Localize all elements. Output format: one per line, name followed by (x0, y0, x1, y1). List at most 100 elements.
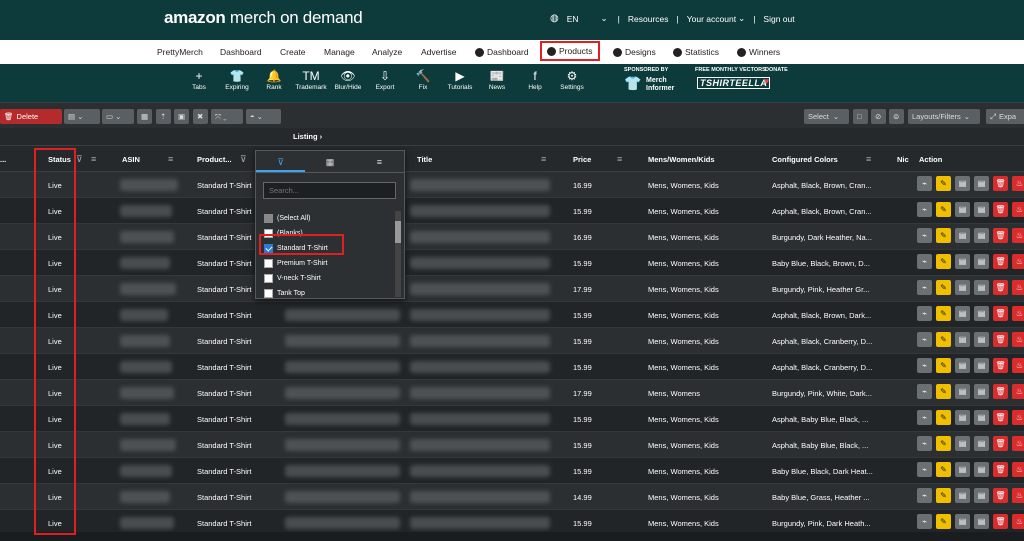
nav-manage[interactable]: Manage (324, 47, 355, 57)
menu-icon[interactable]: ≡ (617, 154, 622, 164)
col-header-product[interactable]: Product... (197, 155, 232, 164)
fire-icon[interactable]: ♨ (1012, 358, 1024, 373)
trash-icon[interactable]: 🗑 (993, 280, 1008, 295)
col-header-left[interactable]: ... (0, 155, 6, 164)
chart-icon[interactable]: ⌁ (917, 436, 932, 451)
edit-icon[interactable]: ✎ (936, 384, 951, 399)
menu-icon[interactable]: ≡ (866, 154, 871, 164)
filter-search-input[interactable] (263, 182, 396, 199)
trash-icon[interactable]: 🗑 (993, 332, 1008, 347)
tool-trademark[interactable]: TM Trademark (291, 69, 331, 91)
table-row[interactable]: Live Standard T-Shirt 17.99 Mens, Womens, K… (0, 276, 1024, 302)
filter-scrollbar[interactable] (395, 211, 401, 297)
trash-icon[interactable]: 🗑 (993, 514, 1008, 529)
edit-icon[interactable]: ✎ (936, 514, 951, 529)
shuffle-dropdown[interactable]: ⤧ ⌄ (211, 109, 243, 124)
nav-advertise[interactable]: Advertise (421, 47, 456, 57)
filter-option[interactable]: Tank Top (264, 289, 305, 298)
copy-icon[interactable]: ▤ (974, 254, 989, 269)
filter-icon[interactable]: ⊽ (76, 154, 83, 165)
tool-settings[interactable]: ⚙ Settings (552, 69, 592, 91)
delete-button[interactable]: 🗑 Delete (0, 109, 62, 124)
chart-icon[interactable]: ⌁ (917, 488, 932, 503)
table-row[interactable]: Live Standard T-Shirt 14.99 Mens, Womens, K… (0, 484, 1024, 510)
document-icon[interactable]: ▤ (955, 462, 970, 477)
col-header-asin[interactable]: ASIN (122, 155, 140, 164)
fire-icon[interactable]: ♨ (1012, 462, 1024, 477)
menu-icon[interactable]: ≡ (541, 154, 546, 164)
copy-icon[interactable]: ▤ (974, 306, 989, 321)
resources-link[interactable]: Resources (628, 14, 669, 24)
fire-icon[interactable]: ♨ (1012, 202, 1024, 217)
nav-pm-dashboard[interactable]: Dashboard (475, 47, 529, 57)
col-header-nic[interactable]: Nic (897, 155, 909, 164)
heart-icon[interactable]: ♥ (764, 76, 769, 86)
amazon-merch-logo[interactable]: amazon merch on demand (164, 8, 363, 28)
chart-icon[interactable]: ⌁ (917, 306, 932, 321)
chart-icon[interactable]: ⌁ (917, 280, 932, 295)
chart-icon[interactable]: ⌁ (917, 358, 932, 373)
trash-icon[interactable]: 🗑 (993, 358, 1008, 373)
fire-icon[interactable]: ♨ (1012, 280, 1024, 295)
fire-icon[interactable]: ♨ (1012, 514, 1024, 529)
tshirteella-logo[interactable]: TSHIRTEELLA (697, 77, 771, 89)
col-header-price[interactable]: Price (573, 155, 591, 164)
copy-icon[interactable]: ▤ (974, 202, 989, 217)
trash-icon[interactable]: 🗑 (993, 176, 1008, 191)
document-icon[interactable]: ▤ (955, 358, 970, 373)
table-row[interactable]: Live Standard T-Shirt 16.99 Mens, Womens, K… (0, 224, 1024, 250)
edit-icon[interactable]: ✎ (936, 488, 951, 503)
col-header-title[interactable]: Title (417, 155, 432, 164)
trash-icon[interactable]: 🗑 (993, 436, 1008, 451)
general-tab[interactable]: ≡ (355, 151, 404, 172)
copy-icon[interactable]: ▤ (974, 514, 989, 529)
expand-button[interactable]: ⤢ Expa (986, 109, 1024, 124)
your-account-menu[interactable]: Your account (687, 14, 736, 24)
chevron-down-icon[interactable]: ⌄ (601, 13, 608, 24)
cross-button[interactable]: ✖ (193, 109, 208, 124)
copy-icon[interactable]: ▤ (974, 228, 989, 243)
edit-icon[interactable]: ✎ (936, 228, 951, 243)
edit-icon[interactable]: ✎ (936, 176, 951, 191)
tool-blur-hide[interactable]: 👁 Blur/Hide (328, 69, 368, 91)
copy-icon[interactable]: ▤ (974, 280, 989, 295)
card-dropdown[interactable]: ▭ ⌄ (102, 109, 134, 124)
select-dropdown[interactable]: Select ⌄ (804, 109, 849, 124)
table-row[interactable]: Live Standard T-Shirt 15.99 Mens, Womens, K… (0, 432, 1024, 458)
tool-export[interactable]: ⇩ Export (365, 69, 405, 91)
nav-pm-statistics[interactable]: Statistics (673, 47, 719, 57)
trash-icon[interactable]: 🗑 (993, 462, 1008, 477)
tool-tabs[interactable]: + Tabs (179, 69, 219, 91)
table-row[interactable]: Live Standard T-Shirt 15.99 Mens, Womens, K… (0, 250, 1024, 276)
document-icon[interactable]: ▤ (955, 410, 970, 425)
chart-icon[interactable]: ⌁ (917, 384, 932, 399)
copy-dropdown[interactable]: ▤ ⌄ (64, 109, 100, 124)
calendar-button[interactable]: ▦ (137, 109, 152, 124)
layouts-filters-dropdown[interactable]: Layouts/Filters ⌄ (908, 109, 980, 124)
menu-icon[interactable]: ≡ (91, 154, 96, 164)
fire-icon[interactable]: ♨ (1012, 254, 1024, 269)
filter-button[interactable]: ⊜ (889, 109, 904, 124)
checkbox[interactable] (264, 214, 273, 223)
hat-dropdown[interactable]: ◓ ⌄ (246, 109, 281, 124)
block-button[interactable]: ⊘ (871, 109, 886, 124)
fire-icon[interactable]: ♨ (1012, 436, 1024, 451)
trash-icon[interactable]: 🗑 (993, 254, 1008, 269)
table-row[interactable]: Live Standard T-Shirt 17.99 Mens, Womens Bur… (0, 380, 1024, 406)
tool-fix[interactable]: 🔨 Fix (403, 69, 443, 91)
table-row[interactable]: Live Standard T-Shirt 15.99 Mens, Womens, K… (0, 354, 1024, 380)
nav-pm-winners[interactable]: Winners (737, 47, 780, 57)
filter-option[interactable]: (Select All) (264, 214, 310, 223)
col-header-colors[interactable]: Configured Colors (772, 155, 838, 164)
checkbox[interactable] (264, 274, 273, 283)
fire-icon[interactable]: ♨ (1012, 228, 1024, 243)
menu-icon[interactable]: ≡ (168, 154, 173, 164)
document-icon[interactable]: ▤ (955, 176, 970, 191)
table-row[interactable]: Live Standard T-Shirt 15.99 Mens, Womens, K… (0, 302, 1024, 328)
tool-news[interactable]: 📰 News (477, 69, 517, 91)
filter-option[interactable]: V-neck T-Shirt (264, 274, 321, 283)
chart-icon[interactable]: ⌁ (917, 332, 932, 347)
tool-expiring[interactable]: 👕 Expiring (217, 69, 257, 91)
edit-icon[interactable]: ✎ (936, 202, 951, 217)
edit-icon[interactable]: ✎ (936, 358, 951, 373)
